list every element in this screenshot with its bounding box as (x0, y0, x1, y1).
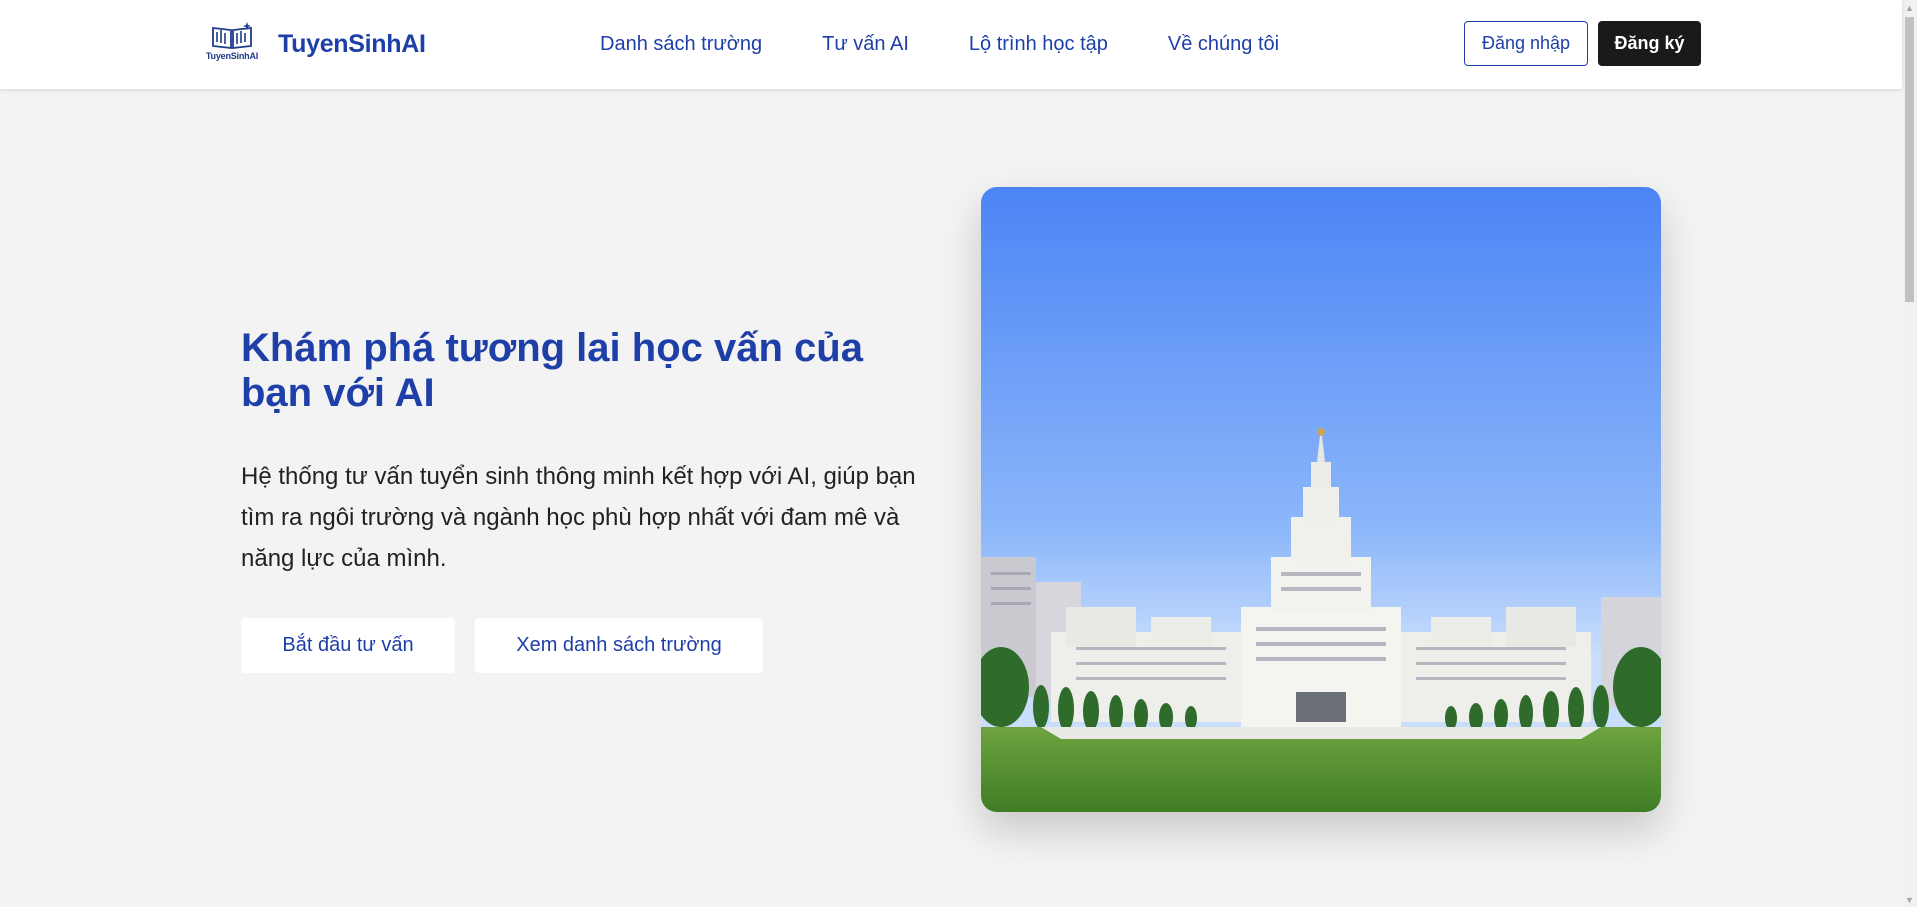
university-image (981, 187, 1661, 812)
university-building-illustration (981, 187, 1661, 812)
scroll-up-icon[interactable]: ▲ (1902, 0, 1917, 15)
logo-book-icon (212, 22, 252, 50)
site-header: TuyenSinhAI TuyenSinhAI Danh sách trường… (0, 0, 1902, 89)
register-button[interactable]: Đăng ký (1598, 21, 1701, 66)
scroll-down-icon[interactable]: ▼ (1902, 892, 1917, 907)
hero-description: Hệ thống tư vấn tuyển sinh thông minh kế… (241, 463, 916, 572)
logo-mark: TuyenSinhAI (202, 20, 262, 68)
brand-name: TuyenSinhAI (278, 29, 426, 58)
hero-title: Khám phá tương lai học vấn của bạn với A… (241, 326, 863, 415)
nav-school-list[interactable]: Danh sách trường (600, 33, 762, 56)
nav-learning-path[interactable]: Lộ trình học tập (969, 33, 1108, 56)
logo[interactable]: TuyenSinhAI TuyenSinhAI (202, 20, 426, 68)
main-nav: Danh sách trường Tư vấn AI Lộ trình học … (600, 0, 1279, 89)
page-scrollbar[interactable]: ▲ ▼ (1902, 0, 1917, 907)
login-button[interactable]: Đăng nhập (1464, 21, 1588, 66)
nav-about-us[interactable]: Về chúng tôi (1168, 33, 1279, 56)
view-school-list-button[interactable]: Xem danh sách trường (475, 618, 763, 673)
scroll-thumb[interactable] (1905, 17, 1914, 302)
logo-text: TuyenSinhAI (205, 51, 259, 61)
start-advice-button[interactable]: Bắt đầu tư vấn (241, 618, 455, 673)
nav-ai-advice[interactable]: Tư vấn AI (822, 33, 909, 56)
